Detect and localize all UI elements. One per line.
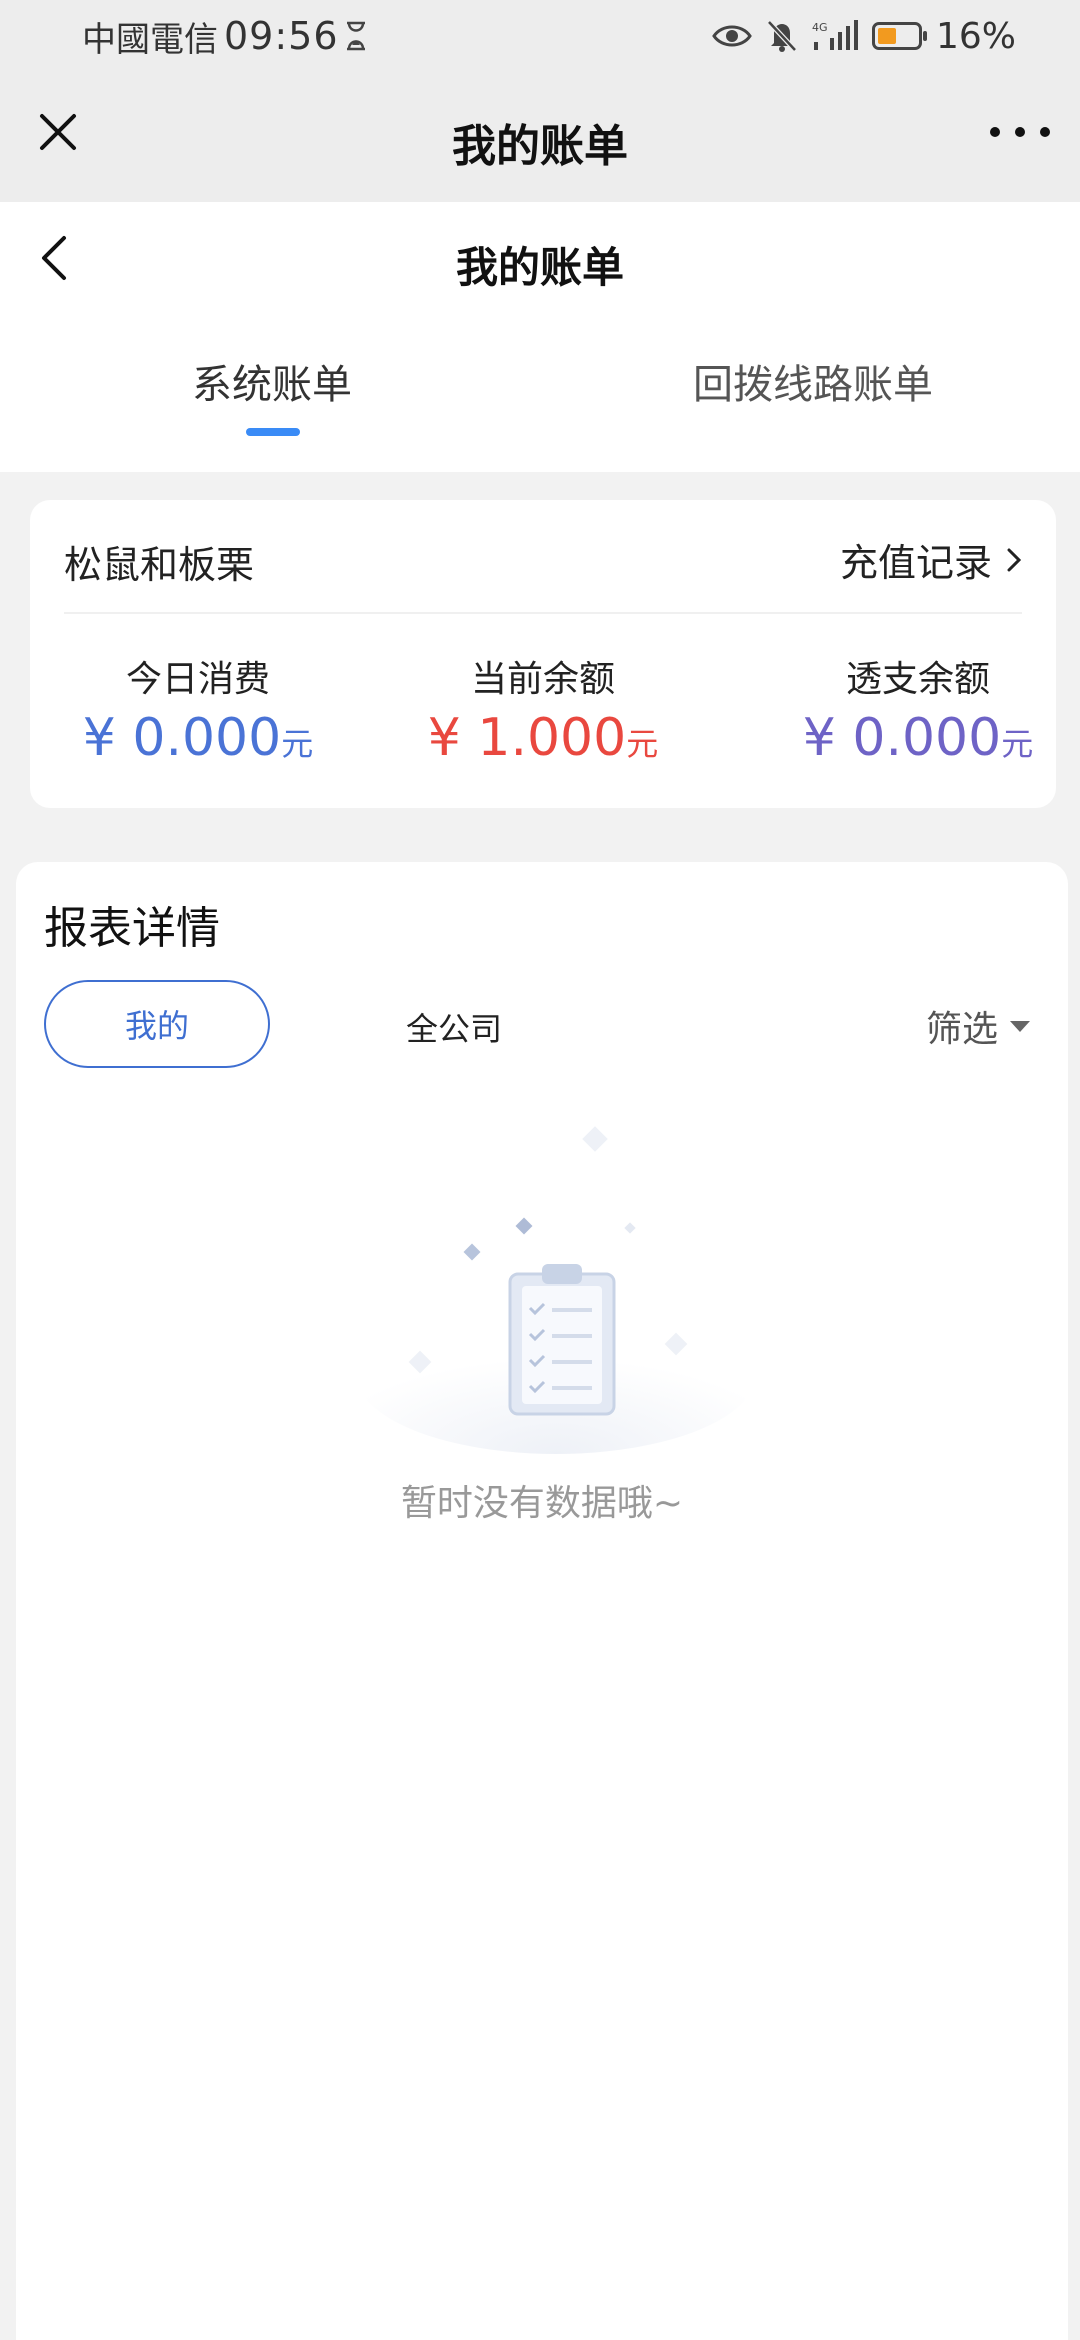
eye-icon [712,25,752,47]
clock: 09:56 [224,14,339,58]
page-header: 我的账单 系统账单 回拨线路账单 [0,202,1080,472]
unit: 元 [1001,725,1034,763]
nav-title: 我的账单 [452,121,628,172]
status-right: 4G 16% [712,12,1016,60]
more-icon[interactable] [990,112,1050,152]
stat-today-spend: 今日消费 ¥ 0.000元 [48,650,348,768]
currency-symbol: ¥ [427,708,461,768]
signal-icon: 4G [812,20,858,50]
network-type-label: 4G [812,21,828,34]
empty-clipboard-icon [356,1126,756,1454]
recharge-record-label: 充值记录 [839,541,992,585]
stat-value: ¥ 0.000元 [768,708,1068,768]
stat-label: 今日消费 [125,659,270,700]
unit: 元 [626,725,659,763]
stat-value: ¥ 0.000元 [48,708,348,768]
chevron-right-icon [1007,548,1022,571]
amount: 0.000 [852,708,1002,768]
stat-current-balance: 当前余额 ¥ 1.000元 [393,650,693,768]
battery-percent: 16% [935,15,1016,57]
report-title: 报表详情 [44,903,220,954]
scope-mine-button[interactable]: 我的 [44,980,270,1068]
unit: 元 [281,725,314,763]
stat-label: 当前余额 [470,659,615,700]
recharge-record-link[interactable]: 充值记录 [840,532,1022,587]
stat-label: 透支余额 [845,659,990,700]
tab-system-bill[interactable]: 系统账单 [192,352,352,410]
status-bar: 中國電信 09:56 4G 16% [0,0,1080,72]
balance-card: 松鼠和板栗 充值记录 今日消费 ¥ 0.000元 当前余额 ¥ 1.000元 透… [30,500,1056,808]
amount: 1.000 [477,708,627,768]
empty-state-text: 暂时没有数据哦~ [400,1483,684,1524]
caret-down-icon [1010,1020,1030,1032]
active-tab-indicator [246,428,300,436]
scope-company-button[interactable]: 全公司 [406,1004,502,1050]
carrier-label: 中國電信 [82,19,218,60]
amount: 0.000 [132,708,282,768]
filter-label: 筛选 [925,1009,998,1050]
nav-bar: 我的账单 [0,72,1080,202]
hourglass-icon [346,21,365,51]
stat-value: ¥ 1.000元 [393,708,693,768]
account-name: 松鼠和板栗 [64,543,255,587]
currency-symbol: ¥ [82,708,116,768]
currency-symbol: ¥ [802,708,836,768]
battery-icon [871,22,927,50]
stat-overdraft-balance: 透支余额 ¥ 0.000元 [768,650,1068,768]
card-divider [64,612,1022,614]
page-title: 我的账单 [455,243,624,292]
report-panel: 报表详情 我的 全公司 筛选 暂时没有数据哦~ [16,862,1068,2340]
bell-off-icon [767,20,797,52]
tab-callback-line-bill[interactable]: 回拨线路账单 [693,352,933,410]
status-left: 中國電信 09:56 [82,12,367,60]
filter-dropdown[interactable]: 筛选 [926,1000,1030,1052]
